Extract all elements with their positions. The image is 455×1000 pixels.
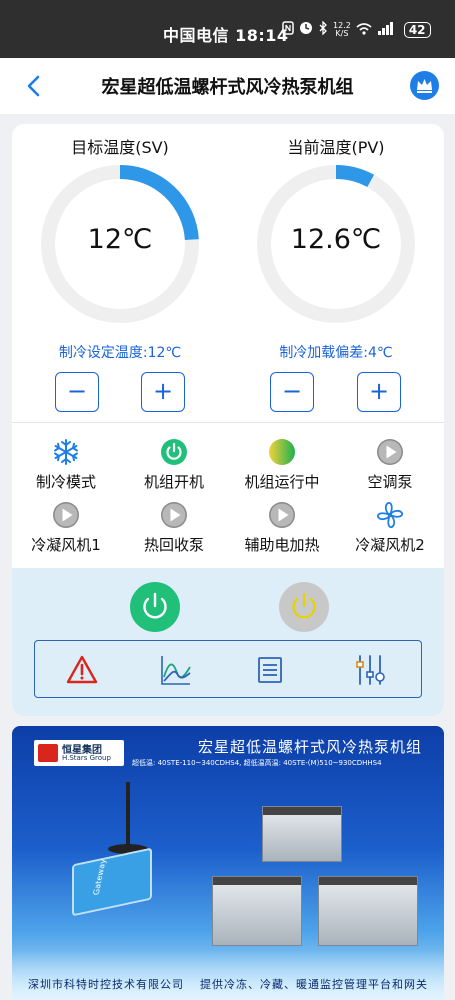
current-temp-value: 12.6℃ [290, 224, 382, 255]
control-panel [12, 568, 444, 716]
status-cooling-mode: 制冷模式 [12, 438, 120, 492]
status-label: 冷凝风机2 [355, 536, 425, 554]
running-ball-icon [269, 439, 295, 465]
heat-pump-unit-image [262, 806, 342, 862]
snowflake-icon [54, 439, 78, 465]
settings-sliders-icon[interactable] [353, 653, 387, 687]
wifi-icon [356, 22, 372, 38]
power-off-button[interactable] [279, 582, 329, 632]
unit-top [263, 807, 341, 815]
company-name: 深圳市科特时控技术有限公司 [28, 978, 184, 991]
banner-model-range: 超低温: 40STE-110~340CDHS4, 超低温高温: 40STE-(M… [132, 759, 382, 767]
cooling-load-deviation-info: 制冷加载偏差:4℃ [279, 345, 393, 361]
antenna-image [126, 782, 130, 852]
target-temp-value: 12℃ [87, 224, 153, 255]
service-description: 提供冷冻、冷藏、暖通监控管理平台和网关 [200, 978, 428, 991]
status-condenser-fan-2: 冷凝风机2 [336, 501, 444, 555]
alarm-icon [299, 21, 313, 38]
gateway-device-label: Gateway [91, 859, 108, 896]
target-temp-label: 目标温度(SV) [71, 138, 169, 157]
company-logo: 恒星集团 H.Stars Group [34, 740, 124, 766]
status-label: 热回收泵 [143, 536, 204, 554]
page-title: 宏星超低温螺杆式风冷热泵机组 [101, 77, 354, 98]
divider [12, 422, 444, 423]
setpoint-decrease-button[interactable]: − [55, 372, 99, 412]
curve-chart-icon[interactable] [159, 653, 193, 687]
gateway-device-image: Gateway [72, 847, 152, 917]
status-heat-recovery-pump: 热回收泵 [120, 501, 228, 555]
warning-icon[interactable] [65, 653, 99, 687]
status-condenser-fan-1: 冷凝风机1 [12, 501, 120, 555]
play-gray-icon [161, 502, 187, 528]
nfc-icon [282, 21, 294, 38]
setpoint-increase-button[interactable]: + [141, 372, 185, 412]
heat-pump-unit-image [212, 876, 302, 946]
status-label: 制冷模式 [35, 473, 96, 491]
play-gray-icon [269, 502, 295, 528]
product-banner: 恒星集团 H.Stars Group 宏星超低温螺杆式风冷热泵机组 超低温: 4… [12, 726, 444, 1000]
play-gray-icon [377, 439, 403, 465]
power-on-button[interactable] [130, 582, 180, 632]
status-label: 机组开机 [143, 473, 204, 491]
crown-icon[interactable] [410, 71, 439, 100]
logo-mark-icon [38, 744, 58, 762]
play-gray-icon [53, 502, 79, 528]
power-icon [143, 592, 167, 619]
status-label: 辅助电加热 [244, 536, 320, 554]
signal-icon [377, 21, 395, 38]
status-label: 空调泵 [367, 473, 413, 491]
nav-bar: 宏星超低温螺杆式风冷热泵机组 [0, 58, 455, 114]
status-unit-running: 机组运行中 [228, 438, 336, 492]
back-arrow-icon[interactable] [22, 72, 48, 100]
battery-indicator: 42 [403, 21, 431, 38]
unit-top [213, 877, 301, 885]
current-temp-label: 当前温度(PV) [287, 138, 385, 157]
water-reflection [12, 950, 444, 1000]
function-toolbar [34, 640, 422, 698]
power-on-icon [161, 439, 187, 465]
deviation-increase-button[interactable]: + [357, 372, 401, 412]
carrier-time: 中国电信 18:14 [163, 26, 289, 45]
list-icon[interactable] [253, 653, 287, 687]
status-unit-power: 机组开机 [120, 438, 228, 492]
net-speed: 12.2 K/S [333, 21, 351, 38]
status-icons: 12.2 K/S 42 [282, 20, 431, 38]
deviation-decrease-button[interactable]: − [270, 372, 314, 412]
logo-english-name: H.Stars Group [62, 754, 111, 762]
power-icon [292, 592, 316, 619]
heat-pump-unit-image [318, 876, 418, 946]
bluetooth-icon [318, 20, 328, 38]
fan-icon [377, 502, 403, 528]
control-card: 目标温度(SV) 12℃ 当前温度(PV) 12.6℃ 制冷设定温度:12℃ 制… [12, 124, 444, 716]
unit-top [319, 877, 417, 885]
status-bar: 中国电信 18:14 12.2 K/S 42 [0, 0, 455, 58]
cooling-setpoint-info: 制冷设定温度:12℃ [58, 345, 182, 361]
status-ac-pump: 空调泵 [336, 438, 444, 492]
net-speed-unit: K/S [335, 28, 349, 38]
status-aux-heater: 辅助电加热 [228, 501, 336, 555]
banner-title: 宏星超低温螺杆式风冷热泵机组 [198, 738, 423, 756]
banner-footer: 深圳市科特时控技术有限公司 提供冷冻、冷藏、暖通监控管理平台和网关 [12, 976, 444, 992]
status-label: 机组运行中 [244, 473, 320, 491]
status-label: 冷凝风机1 [31, 536, 101, 554]
